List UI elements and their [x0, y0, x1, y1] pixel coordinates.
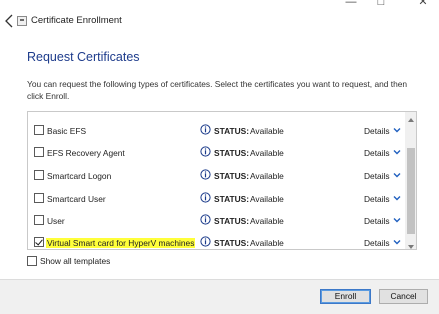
- status-value: Available: [250, 238, 284, 248]
- certificate-checkbox[interactable]: [34, 125, 44, 135]
- status-label: STATUS:: [214, 126, 250, 136]
- page-description: You can request the following types of c…: [27, 79, 408, 101]
- back-arrow-icon[interactable]: [2, 13, 16, 29]
- chevron-down-icon[interactable]: [393, 126, 401, 134]
- certificate-row[interactable]: Smartcard User STATUS: Available Details: [28, 186, 406, 209]
- status-value: Available: [250, 216, 284, 226]
- info-icon: [200, 146, 211, 157]
- details-link[interactable]: Details: [364, 216, 390, 226]
- certificate-checkbox[interactable]: [34, 215, 44, 225]
- show-all-templates-checkbox[interactable]: [27, 256, 37, 266]
- status-value: Available: [250, 148, 284, 158]
- close-button[interactable]: ✕: [408, 0, 438, 10]
- status-value: Available: [250, 171, 284, 181]
- certificate-name: Smartcard Logon: [47, 171, 112, 181]
- maximize-button[interactable]: □: [366, 0, 396, 10]
- certificate-row[interactable]: User STATUS: Available Details: [28, 208, 406, 231]
- info-icon: [200, 124, 211, 135]
- status-label: STATUS:: [214, 171, 250, 181]
- scroll-up-arrow-icon[interactable]: [405, 112, 416, 122]
- dialog-footer: Enroll Cancel: [0, 279, 439, 314]
- details-link[interactable]: Details: [364, 126, 390, 136]
- status-label: STATUS:: [214, 148, 250, 158]
- certificate-name: Smartcard User: [47, 194, 106, 204]
- certificate-name: Virtual Smart card for HyperV machines: [46, 238, 196, 248]
- info-icon: [200, 236, 211, 247]
- chevron-down-icon[interactable]: [393, 171, 401, 179]
- certificate-name: EFS Recovery Agent: [47, 148, 125, 158]
- scroll-down-arrow-icon[interactable]: [405, 239, 416, 249]
- certificate-list: Basic EFS STATUS: Available Details EFS Reco…: [27, 111, 417, 250]
- certificate-row[interactable]: Basic EFS STATUS: Available Details: [28, 118, 406, 141]
- certificate-icon: [17, 16, 27, 26]
- details-link[interactable]: Details: [364, 148, 390, 158]
- chevron-down-icon[interactable]: [393, 148, 401, 156]
- chevron-down-icon[interactable]: [393, 194, 401, 202]
- certificate-name: Basic EFS: [47, 126, 87, 136]
- certificate-row[interactable]: Virtual Smart card for HyperV machines ST…: [28, 230, 406, 249]
- certificate-name: User: [47, 216, 65, 226]
- details-link[interactable]: Details: [364, 171, 390, 181]
- minimize-button[interactable]: —: [336, 0, 366, 10]
- certificate-checkbox[interactable]: [34, 170, 44, 180]
- scrollbar-thumb[interactable]: [407, 148, 415, 234]
- certificate-enrollment-window: Certificate Enrollment — □ ✕ Request Cer…: [0, 0, 439, 314]
- title-bar: Certificate Enrollment — □ ✕: [0, 0, 439, 34]
- certificate-row[interactable]: Smartcard Logon STATUS: Available Details: [28, 163, 406, 186]
- details-link[interactable]: Details: [364, 194, 390, 204]
- status-value: Available: [250, 194, 284, 204]
- info-icon: [200, 192, 211, 203]
- page-title: Request Certificates: [27, 50, 140, 64]
- certificate-checkbox[interactable]: [34, 237, 44, 247]
- chevron-down-icon[interactable]: [393, 238, 401, 246]
- certificate-row[interactable]: EFS Recovery Agent STATUS: Available Detail…: [28, 140, 406, 163]
- info-icon: [200, 214, 211, 225]
- info-icon: [200, 169, 211, 180]
- cancel-button[interactable]: Cancel: [379, 289, 428, 304]
- show-all-templates-label: Show all templates: [40, 256, 111, 266]
- enroll-button[interactable]: Enroll: [320, 289, 371, 304]
- certificate-checkbox[interactable]: [34, 147, 44, 157]
- certificate-checkbox[interactable]: [34, 193, 44, 203]
- status-label: STATUS:: [214, 194, 250, 204]
- status-label: STATUS:: [214, 238, 250, 248]
- vertical-scrollbar[interactable]: [405, 112, 416, 249]
- chevron-down-icon[interactable]: [393, 216, 401, 224]
- status-value: Available: [250, 126, 284, 136]
- details-link[interactable]: Details: [364, 238, 390, 248]
- status-label: STATUS:: [214, 216, 250, 226]
- window-title: Certificate Enrollment: [31, 15, 122, 26]
